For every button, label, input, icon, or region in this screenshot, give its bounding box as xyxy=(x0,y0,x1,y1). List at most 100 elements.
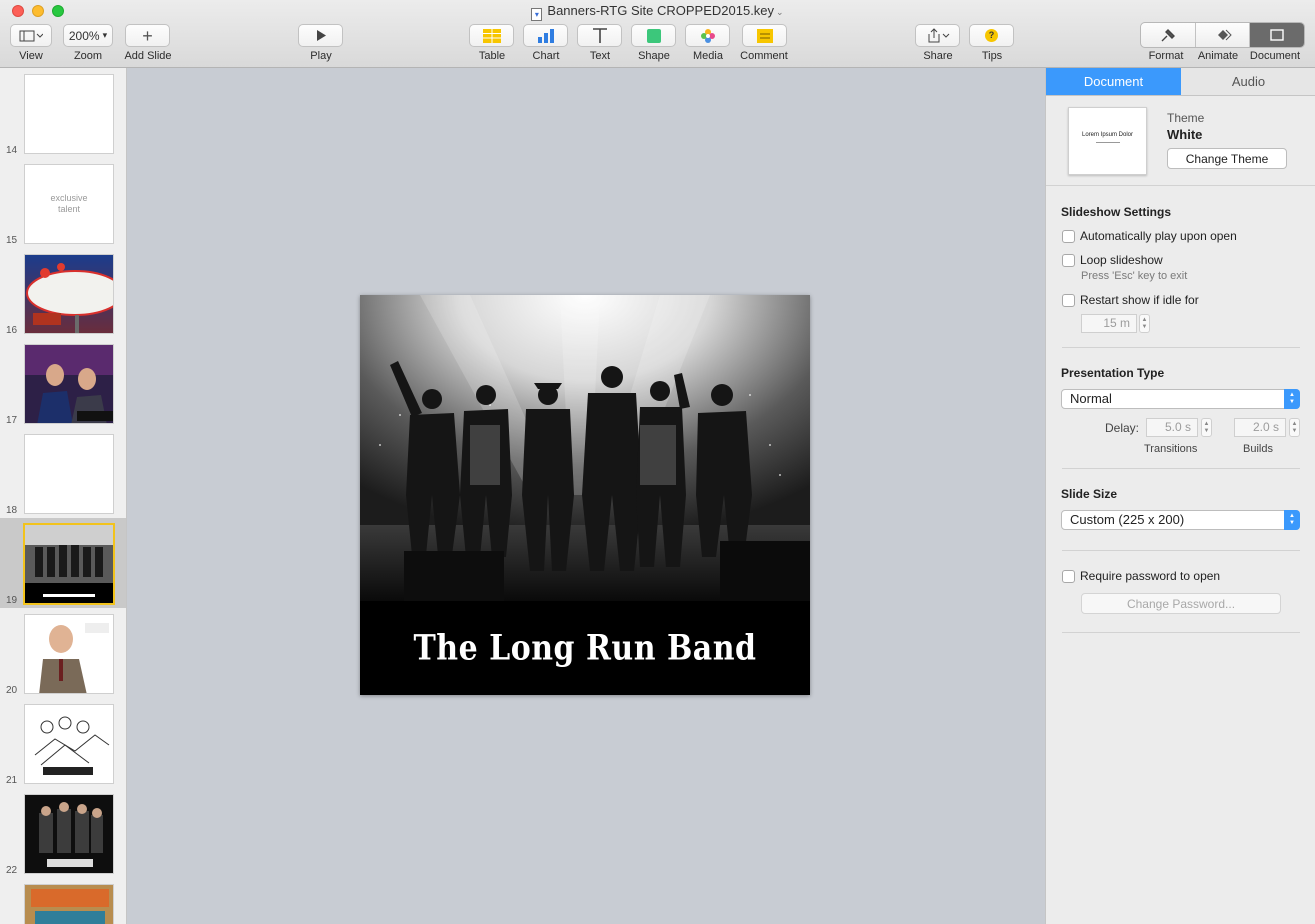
document-label: Document xyxy=(1249,50,1301,62)
slide-size-heading: Slide Size xyxy=(1061,487,1118,501)
inspector-tabs: Document Audio xyxy=(1046,68,1315,96)
slide-preview xyxy=(23,523,115,605)
slide-number: 20 xyxy=(6,685,18,696)
builds-label: Builds xyxy=(1243,443,1273,455)
photos-icon xyxy=(700,28,715,43)
slide-thumbnail-partial[interactable] xyxy=(0,878,126,924)
chevron-down-icon: ▾ xyxy=(102,30,108,40)
slide-preview: exclusive talent xyxy=(24,164,114,244)
slide-number: 16 xyxy=(6,325,18,336)
slide-caption[interactable]: The Long Run Band xyxy=(360,594,810,695)
require-password-checkbox[interactable] xyxy=(1062,570,1075,583)
comment-button[interactable] xyxy=(742,24,787,47)
slide-canvas[interactable]: The Long Run Band xyxy=(127,68,1045,924)
slide-navigator[interactable]: 14 exclusive talent 15 16 17 18 19 20 21… xyxy=(0,68,127,924)
current-slide[interactable]: The Long Run Band xyxy=(360,295,810,695)
theme-preview-line xyxy=(1096,142,1120,143)
divider xyxy=(1062,347,1300,348)
slide-thumbnail-20[interactable]: 20 xyxy=(0,608,126,698)
slide-thumbnail-14[interactable]: 14 xyxy=(0,68,126,158)
slideshow-settings-heading: Slideshow Settings xyxy=(1061,205,1172,219)
transitions-delay-field[interactable]: 5.0 s xyxy=(1146,418,1198,437)
slide-preview xyxy=(24,254,114,334)
view-button[interactable] xyxy=(10,24,52,47)
table-button[interactable] xyxy=(469,24,514,47)
slide-preview xyxy=(24,704,114,784)
slide-preview-text: exclusive talent xyxy=(50,193,88,214)
chevron-up-icon: ▲ xyxy=(1141,316,1148,323)
table-icon xyxy=(482,28,501,43)
divider xyxy=(1062,468,1300,469)
change-theme-button[interactable]: Change Theme xyxy=(1167,148,1287,169)
tab-audio[interactable]: Audio xyxy=(1181,68,1315,95)
idle-time-field[interactable]: 15 m xyxy=(1081,314,1137,333)
restart-idle-label[interactable]: Restart show if idle for xyxy=(1080,293,1199,307)
tips-button[interactable]: ? xyxy=(969,24,1014,47)
autoplay-label[interactable]: Automatically play upon open xyxy=(1080,229,1237,243)
slide-size-select[interactable]: Custom (225 x 200) ▲ ▼ xyxy=(1061,510,1300,530)
builds-delay-stepper[interactable]: ▲ ▼ xyxy=(1289,418,1300,437)
slide-thumbnail-16[interactable]: 16 xyxy=(0,248,126,338)
chevron-up-icon: ▲ xyxy=(1203,420,1210,427)
play-label: Play xyxy=(310,50,332,62)
format-button[interactable] xyxy=(1141,23,1196,47)
tab-document[interactable]: Document xyxy=(1046,68,1181,95)
slide-preview xyxy=(24,884,114,924)
slide-thumbnail-15[interactable]: exclusive talent 15 xyxy=(0,158,126,248)
chart-button[interactable] xyxy=(523,24,568,47)
restart-idle-checkbox[interactable] xyxy=(1062,294,1075,307)
loop-hint: Press 'Esc' key to exit xyxy=(1081,270,1188,282)
theme-preview-text: Lorem Ipsum Dolor xyxy=(1081,132,1134,138)
animate-diamond-icon xyxy=(1217,29,1232,41)
loop-checkbox[interactable] xyxy=(1062,254,1075,267)
builds-delay-field[interactable]: 2.0 s xyxy=(1234,418,1286,437)
slide-number: 22 xyxy=(6,865,18,876)
slide-thumbnail-17[interactable]: 17 xyxy=(0,338,126,428)
keynote-document-icon: ▾ xyxy=(531,8,543,21)
require-password-label[interactable]: Require password to open xyxy=(1080,569,1220,583)
shape-icon xyxy=(646,28,661,43)
slide-thumbnail-18[interactable]: 18 xyxy=(0,428,126,518)
loop-label[interactable]: Loop slideshow xyxy=(1080,253,1163,267)
transitions-label: Transitions xyxy=(1144,443,1198,455)
share-button[interactable] xyxy=(915,24,960,47)
comment-icon xyxy=(756,28,773,43)
idle-time-stepper[interactable]: ▲ ▼ xyxy=(1139,314,1150,333)
presentation-type-select[interactable]: Normal ▲ ▼ xyxy=(1061,389,1300,409)
chart-icon xyxy=(537,28,554,43)
slide-thumbnail-21[interactable]: 21 xyxy=(0,698,126,788)
document-button[interactable] xyxy=(1250,23,1304,47)
share-icon xyxy=(928,28,949,43)
chevron-down-icon: ▼ xyxy=(1203,427,1210,434)
slide-preview xyxy=(24,344,114,424)
divider xyxy=(1062,550,1300,551)
help-icon: ? xyxy=(985,29,998,42)
shape-button[interactable] xyxy=(631,24,676,47)
play-button[interactable] xyxy=(298,24,343,47)
las-vegas-sign-image xyxy=(25,255,113,333)
slide-thumbnail-19[interactable]: 19 xyxy=(0,518,126,608)
chevron-down-icon: ▼ xyxy=(1291,427,1298,434)
zoom-popup[interactable]: 200% ▾ xyxy=(63,24,113,47)
media-button[interactable] xyxy=(685,24,730,47)
slide-preview xyxy=(24,614,114,694)
chevron-down-icon: ▼ xyxy=(1141,323,1148,330)
slide-preview xyxy=(24,794,114,874)
animate-button[interactable] xyxy=(1196,23,1251,47)
transitions-delay-stepper[interactable]: ▲ ▼ xyxy=(1201,418,1212,437)
slide-number: 14 xyxy=(6,145,18,156)
slide-thumbnail-22[interactable]: 22 xyxy=(0,788,126,878)
theme-preview[interactable]: Lorem Ipsum Dolor xyxy=(1068,107,1147,175)
slide-number: 19 xyxy=(6,595,18,606)
chevron-updown-icon: ▲ ▼ xyxy=(1284,510,1300,530)
chevron-updown-icon: ▲ ▼ xyxy=(1284,389,1300,409)
tips-label: Tips xyxy=(981,50,1003,62)
add-slide-button[interactable]: + xyxy=(125,24,170,47)
document-icon xyxy=(1270,29,1284,41)
chevron-down-icon[interactable]: ⌄ xyxy=(776,7,784,17)
autoplay-checkbox[interactable] xyxy=(1062,230,1075,243)
comment-label: Comment xyxy=(740,50,788,62)
change-password-button[interactable]: Change Password... xyxy=(1081,593,1281,614)
band-on-stage-photo[interactable] xyxy=(360,295,810,601)
text-button[interactable] xyxy=(577,24,622,47)
